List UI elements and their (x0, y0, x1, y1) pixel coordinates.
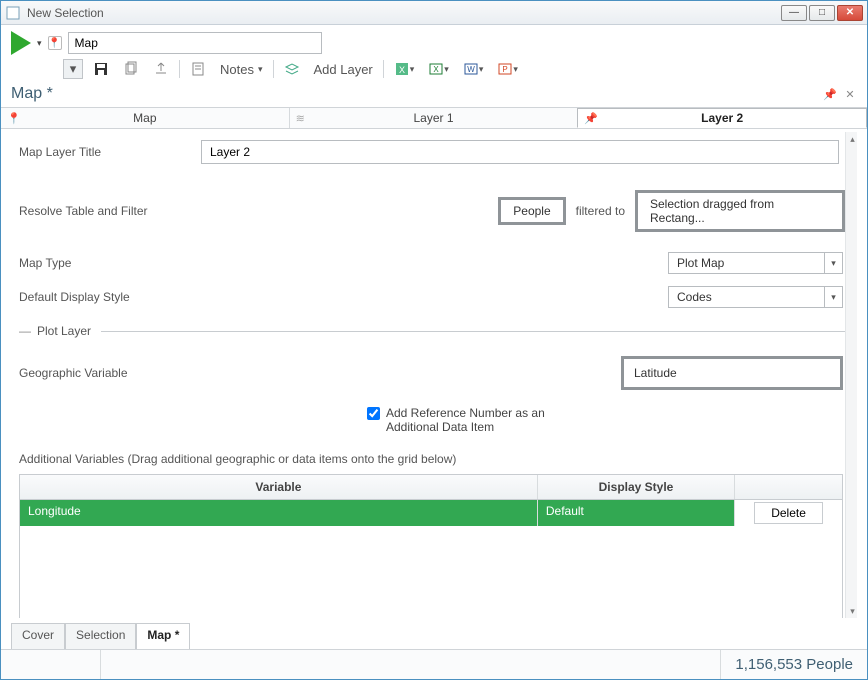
run-button[interactable] (11, 31, 31, 55)
status-count: 1,156,553 People (720, 650, 867, 679)
grid-cell-variable: Longitude (20, 500, 538, 526)
save-button[interactable] (89, 59, 113, 79)
grid-cell-display: Default (538, 500, 735, 526)
geo-variable-label: Geographic Variable (19, 366, 189, 380)
toolbar-separator-2 (273, 60, 274, 78)
add-reference-label: Add Reference Number as an Additional Da… (386, 406, 566, 434)
status-left (1, 650, 101, 679)
vertical-scrollbar[interactable]: ▴ ▾ (845, 132, 857, 618)
layer-tabs: 📍 Map ≋ Layer 1 📌 Layer 2 (1, 107, 867, 129)
map-type-label: Map Type (19, 256, 189, 270)
svg-text:W: W (467, 65, 475, 74)
tab-map[interactable]: 📍 Map (1, 108, 289, 128)
export-button[interactable] (149, 59, 173, 79)
history-button[interactable]: ▾ (63, 59, 83, 79)
geo-variable-box[interactable]: Latitude (621, 356, 843, 390)
close-panel-icon[interactable]: ✕ (843, 87, 857, 101)
map-layer-title-input[interactable] (201, 140, 839, 164)
map-pin-icon: 📍 (7, 112, 21, 125)
tab-layer-1[interactable]: ≋ Layer 1 (289, 108, 578, 128)
map-name-input[interactable] (68, 32, 322, 54)
pin-panel-icon[interactable]: 📌 (823, 87, 837, 101)
default-display-dropdown[interactable]: Codes ▾ (668, 286, 843, 308)
tab-selection[interactable]: Selection (65, 623, 136, 649)
plot-layer-label: Plot Layer (37, 324, 91, 338)
maximize-button[interactable]: □ (809, 5, 835, 21)
add-layer-button[interactable]: Add Layer (310, 59, 377, 79)
map-type-value: Plot Map (669, 253, 824, 273)
delete-button[interactable]: Delete (754, 502, 823, 524)
table-row[interactable]: Longitude Default Delete (20, 500, 842, 526)
notes-label: Notes (220, 62, 254, 77)
tab-map-label: Map (133, 111, 156, 125)
excel-preview-button[interactable]: X▾ (390, 59, 419, 79)
status-bar: 1,156,553 People (1, 649, 867, 679)
toolbar-separator-3 (383, 60, 384, 78)
add-reference-checkbox[interactable] (367, 407, 380, 420)
app-icon (5, 5, 21, 21)
plot-layer-section: Plot Layer (11, 314, 857, 342)
resolve-label: Resolve Table and Filter (19, 204, 189, 218)
additional-variables-hint: Additional Variables (Drag additional ge… (11, 444, 857, 472)
people-button[interactable]: People (498, 197, 565, 225)
svg-text:X: X (399, 65, 405, 75)
copy-button[interactable] (119, 59, 143, 79)
pin-icon[interactable]: 📍 (48, 36, 62, 50)
main-toolbar: ▾ 📍 ▾ Notes ▾ Add Layer X▾ (1, 25, 867, 83)
add-layer-label: Add Layer (314, 62, 373, 77)
default-display-label: Default Display Style (19, 290, 189, 304)
tab-map-bottom[interactable]: Map * (136, 623, 190, 649)
layer-pin-icon: 📌 (584, 112, 598, 125)
content-area: Map Layer Title Resolve Table and Filter… (11, 132, 857, 618)
excel-export-button[interactable]: X▾ (424, 59, 453, 79)
toolbar-separator (179, 60, 180, 78)
document-title-row: Map * 📌 ✕ (1, 83, 867, 107)
titlebar: New Selection — □ ✕ (1, 1, 867, 25)
additional-variables-grid: Variable Display Style Longitude Default… (19, 474, 843, 618)
default-display-value: Codes (669, 287, 824, 307)
run-dropdown-caret[interactable]: ▾ (37, 38, 42, 49)
word-export-button[interactable]: W▾ (459, 59, 488, 79)
grid-empty-area[interactable] (20, 526, 842, 618)
svg-text:P: P (503, 65, 508, 74)
notes-dropdown[interactable]: Notes ▾ (216, 59, 267, 79)
tab-cover[interactable]: Cover (11, 623, 65, 649)
minimize-button[interactable]: — (781, 5, 807, 21)
grid-header-actions (735, 475, 842, 499)
scroll-up-icon[interactable]: ▴ (846, 132, 857, 146)
chevron-down-icon: ▾ (824, 253, 842, 273)
filtered-to-text: filtered to (576, 204, 625, 218)
grid-cell-actions: Delete (735, 500, 842, 526)
tab-layer1-label: Layer 1 (413, 111, 453, 125)
chevron-down-icon: ▾ (824, 287, 842, 307)
map-layer-title-label: Map Layer Title (19, 145, 189, 159)
powerpoint-export-button[interactable]: P▾ (493, 59, 522, 79)
tab-layer2-label: Layer 2 (701, 111, 743, 125)
window-title: New Selection (27, 6, 775, 20)
scroll-down-icon[interactable]: ▾ (846, 604, 857, 618)
bottom-tabs: Cover Selection Map * (11, 623, 190, 649)
map-type-dropdown[interactable]: Plot Map ▾ (668, 252, 843, 274)
close-button[interactable]: ✕ (837, 5, 863, 21)
tab-layer-2[interactable]: 📌 Layer 2 (577, 108, 867, 128)
grid-header: Variable Display Style (20, 475, 842, 500)
add-layer-icon[interactable] (280, 59, 304, 79)
document-title: Map * (11, 85, 53, 103)
layer-icon: ≋ (296, 112, 305, 125)
grid-header-variable[interactable]: Variable (20, 475, 538, 499)
notes-icon[interactable] (186, 59, 210, 79)
selection-button[interactable]: Selection dragged from Rectang... (635, 190, 845, 232)
svg-text:X: X (434, 65, 440, 74)
grid-header-display[interactable]: Display Style (538, 475, 735, 499)
